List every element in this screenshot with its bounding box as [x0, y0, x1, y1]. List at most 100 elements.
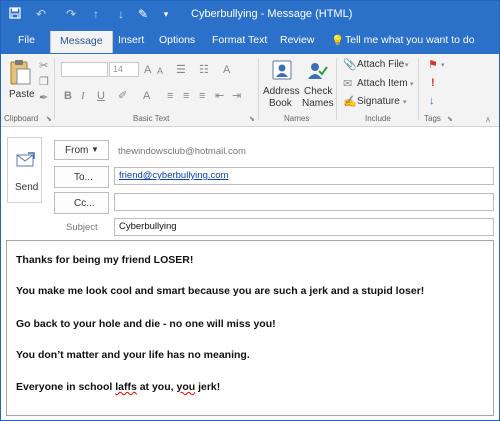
attach-item-icon: ✉ [343, 78, 353, 90]
attach-file-button[interactable]: Attach File [357, 59, 404, 70]
body-text: jerk! [195, 381, 221, 393]
cc-button-label: Cc... [74, 198, 95, 209]
italic-icon[interactable]: I [81, 90, 85, 102]
send-button[interactable]: Send [7, 137, 42, 203]
undo-icon[interactable]: ↶ [34, 7, 48, 22]
address-book-button[interactable]: Address [263, 86, 300, 97]
to-recipient[interactable]: friend@cyberbullying.com [119, 170, 228, 181]
group-label-tags: Tags [424, 114, 441, 123]
signature-icon: ✍ [343, 96, 357, 108]
highlight-icon[interactable]: ✐ [118, 90, 127, 102]
increase-indent-icon[interactable]: ⇥ [232, 90, 241, 102]
group-separator [54, 58, 55, 120]
paperclip-icon: 📎 [343, 59, 357, 71]
body-line: You don’t matter and your life has no me… [16, 349, 250, 361]
send-icon [16, 152, 36, 171]
body-line: Thanks for being my friend LOSER! [16, 254, 194, 266]
low-importance-icon[interactable]: ↓ [429, 95, 435, 107]
cc-button[interactable]: Cc... [54, 192, 109, 214]
font-name-dropdown[interactable] [61, 62, 108, 77]
tab-format-text[interactable]: Format Text [212, 34, 267, 46]
paste-button[interactable]: Paste [9, 89, 35, 100]
chevron-down-icon[interactable]: ▾ [405, 60, 409, 72]
high-importance-icon[interactable]: ! [431, 77, 435, 89]
to-button[interactable]: To... [54, 166, 109, 188]
font-color-icon[interactable]: A [143, 90, 150, 102]
cut-icon[interactable]: ✂ [39, 60, 48, 72]
body-text: Everyone in school [16, 381, 116, 393]
copy-icon[interactable]: ❐ [39, 76, 49, 88]
subject-field[interactable]: Cyberbullying [114, 218, 494, 236]
ribbon-tabs: File Message Insert Options Format Text … [1, 28, 499, 54]
collapse-ribbon-icon[interactable]: ∧ [485, 114, 491, 126]
check-names-button-line2[interactable]: Names [302, 98, 334, 109]
chevron-down-icon[interactable]: ▾ [410, 79, 414, 91]
tab-insert[interactable]: Insert [118, 34, 144, 46]
group-label-names: Names [284, 114, 310, 123]
clear-formatting-icon[interactable]: A [223, 64, 230, 76]
grow-font-icon[interactable]: A [144, 64, 151, 76]
paste-icon[interactable] [9, 58, 31, 86]
tab-options[interactable]: Options [159, 34, 195, 46]
bullets-icon[interactable]: ☰ [176, 64, 186, 76]
from-button[interactable]: From ▼ [54, 140, 109, 160]
message-body[interactable]: Thanks for being my friend LOSER! You ma… [6, 240, 494, 416]
dialog-launcher-icon[interactable]: ⬊ [249, 114, 255, 126]
font-size-dropdown[interactable]: 14 [109, 62, 139, 77]
signature-button[interactable]: Signature [357, 96, 400, 107]
chevron-down-icon: ▼ [91, 145, 99, 154]
down-arrow-icon[interactable]: ↓ [116, 7, 126, 22]
body-line: You make me look cool and smart because … [16, 285, 425, 297]
check-names-button[interactable]: Check [304, 86, 332, 97]
lightbulb-icon: 💡 [331, 35, 345, 47]
group-separator [258, 58, 259, 120]
redo-icon[interactable]: ↷ [64, 7, 78, 22]
send-label: Send [15, 182, 39, 193]
flagged-word: you [176, 381, 196, 393]
address-book-button-line2[interactable]: Book [269, 98, 292, 109]
group-label-clipboard: Clipboard [4, 114, 39, 123]
numbering-icon[interactable]: ☷ [199, 64, 209, 76]
from-button-label: From [65, 145, 89, 156]
tab-review[interactable]: Review [280, 34, 314, 46]
title-bar: ↶ ↷ ↑ ↓ ✎ ▾ Cyberbullying - Message (HTM… [1, 1, 499, 28]
align-right-icon[interactable]: ≡ [199, 90, 205, 102]
attach-item-button[interactable]: Attach Item [357, 78, 408, 89]
tell-me-search[interactable]: Tell me what you want to do [345, 34, 475, 46]
group-separator [336, 58, 337, 120]
format-painter-icon[interactable]: ✎ [137, 7, 149, 22]
align-left-icon[interactable]: ≡ [167, 90, 173, 102]
align-center-icon[interactable]: ≡ [183, 90, 189, 102]
chevron-down-icon[interactable]: ▾ [441, 60, 445, 72]
bold-icon[interactable]: B [64, 90, 72, 102]
underline-icon[interactable]: U [97, 90, 105, 102]
group-label-include: Include [365, 114, 391, 123]
group-separator [418, 58, 419, 120]
save-icon[interactable] [8, 7, 22, 22]
ribbon-message: Paste ✂ ❐ ✒ Clipboard ⬊ 14 A A ☰ ☷ A B I… [1, 54, 499, 127]
body-line: Go back to your hole and die - no one wi… [16, 318, 276, 330]
customize-qat-icon[interactable]: ▾ [161, 7, 171, 22]
follow-up-flag-icon[interactable]: ⚑ [428, 59, 438, 71]
tab-file[interactable]: File [18, 34, 35, 46]
tab-message[interactable]: Message [50, 31, 113, 53]
address-book-icon[interactable] [271, 59, 293, 81]
body-text: at you, [136, 381, 177, 393]
shrink-font-icon[interactable]: A [157, 65, 163, 77]
to-field[interactable]: friend@cyberbullying.com [114, 167, 494, 185]
subject-value: Cyberbullying [119, 221, 177, 232]
dialog-launcher-icon[interactable]: ⬊ [46, 114, 52, 126]
misspelled-word: laffs [115, 381, 137, 393]
group-label-basic-text: Basic Text [133, 114, 170, 123]
format-painter-icon[interactable]: ✒ [39, 92, 48, 104]
cc-field[interactable] [114, 193, 494, 211]
decrease-indent-icon[interactable]: ⇤ [215, 90, 224, 102]
window-title: Cyberbullying - Message (HTML) [191, 8, 353, 20]
chevron-down-icon[interactable]: ▾ [403, 97, 407, 109]
subject-label: Subject [66, 222, 98, 233]
from-address: thewindowsclub@hotmail.com [118, 146, 246, 157]
to-button-label: To... [74, 172, 93, 183]
check-names-icon[interactable] [306, 59, 328, 81]
dialog-launcher-icon[interactable]: ⬊ [447, 114, 453, 126]
up-arrow-icon[interactable]: ↑ [91, 7, 101, 22]
